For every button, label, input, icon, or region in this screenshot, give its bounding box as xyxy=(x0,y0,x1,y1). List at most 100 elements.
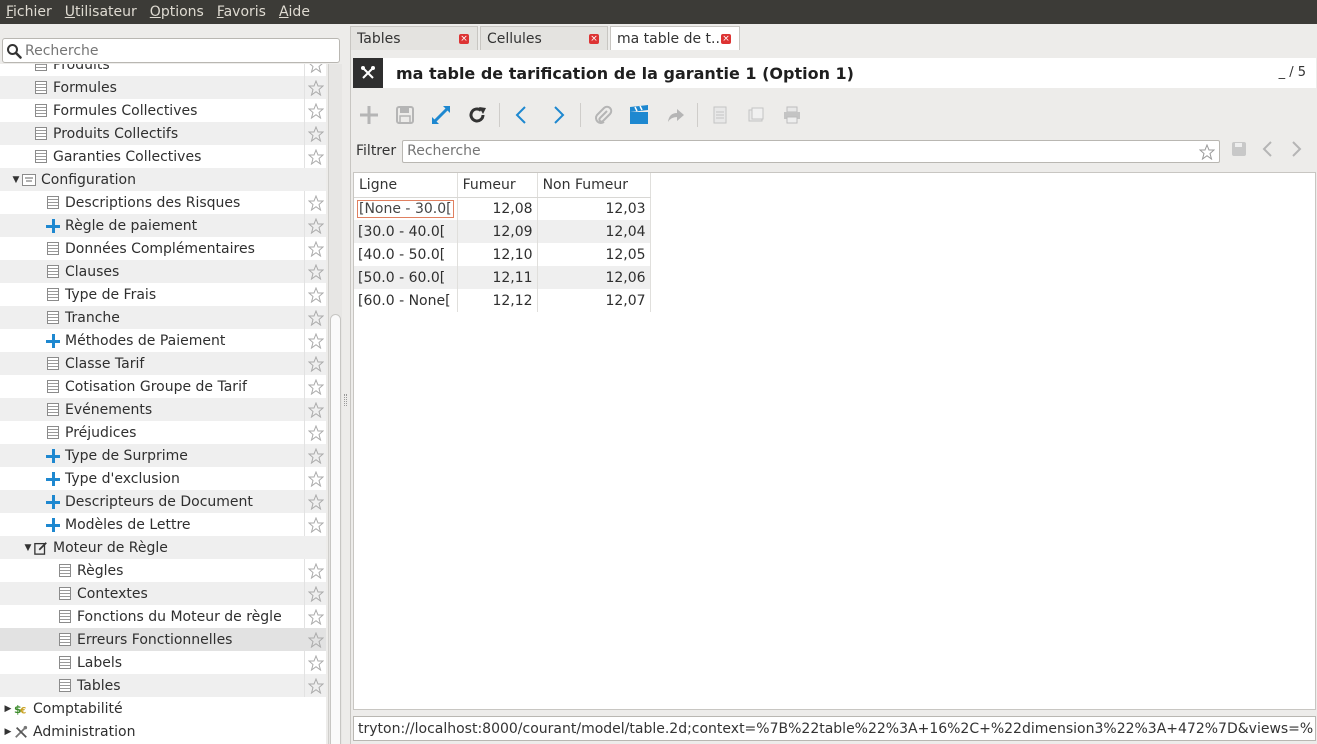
filter-previous-icon[interactable] xyxy=(1260,140,1276,162)
email-icon[interactable] xyxy=(742,101,770,129)
sidebar-item-type-de-surprime[interactable]: Type de Surprime xyxy=(0,444,326,467)
sidebar-item-r-gles[interactable]: Règles xyxy=(0,559,326,582)
sidebar-item-r-gle-de-paiement[interactable]: Règle de paiement xyxy=(0,214,326,237)
favorite-star-icon[interactable] xyxy=(304,651,326,674)
table-cell[interactable]: 12,12 xyxy=(457,289,538,312)
favorite-star-icon[interactable] xyxy=(304,559,326,582)
sidebar-item-formules-collectives[interactable]: Formules Collectives xyxy=(0,99,326,122)
favorite-star-icon[interactable] xyxy=(304,628,326,651)
sidebar-search-input[interactable] xyxy=(25,42,325,59)
favorite-star-icon[interactable] xyxy=(304,421,326,444)
close-tab-icon[interactable]: × xyxy=(459,34,469,44)
expander-open-icon[interactable]: ▼ xyxy=(22,543,34,553)
favorite-star-icon[interactable] xyxy=(304,398,326,421)
favorite-star-icon[interactable] xyxy=(304,214,326,237)
favorite-star-icon[interactable] xyxy=(304,444,326,467)
expander-closed-icon[interactable]: ▶ xyxy=(2,704,14,714)
save-button[interactable] xyxy=(391,101,419,129)
table-cell[interactable]: [40.0 - 50.0[ xyxy=(354,243,458,266)
table-cell[interactable]: 12,11 xyxy=(457,266,538,289)
sidebar-item-clauses[interactable]: Clauses xyxy=(0,260,326,283)
table-cell[interactable]: [60.0 - None[ xyxy=(354,289,458,312)
sidebar-item-contextes[interactable]: Contextes xyxy=(0,582,326,605)
sidebar-item-administration[interactable]: ▶ Administration xyxy=(0,720,326,743)
sidebar-item-classe-tarif[interactable]: Classe Tarif xyxy=(0,352,326,375)
sidebar-item-formules[interactable]: Formules xyxy=(0,76,326,99)
table-cell[interactable]: 12,10 xyxy=(457,243,538,266)
table-row[interactable]: [None - 30.0[12,08 12,03 xyxy=(354,197,651,220)
menu-options[interactable]: Options xyxy=(150,4,204,20)
favorite-star-icon[interactable] xyxy=(304,306,326,329)
tab-0[interactable]: Tables × xyxy=(350,26,478,50)
filter-next-icon[interactable] xyxy=(1288,140,1304,162)
table-cell[interactable]: 12,07 xyxy=(537,289,651,312)
scrollbar-thumb[interactable] xyxy=(330,314,341,744)
wrench-icon[interactable] xyxy=(353,58,383,88)
pane-resize-handle[interactable] xyxy=(344,394,347,406)
sidebar-item-produits-collectifs[interactable]: Produits Collectifs xyxy=(0,122,326,145)
filter-input[interactable] xyxy=(407,143,1188,159)
favorite-star-icon[interactable] xyxy=(304,674,326,697)
column-header-ligne[interactable]: Ligne xyxy=(354,173,458,198)
favorite-star-icon[interactable] xyxy=(304,582,326,605)
favorite-star-icon[interactable] xyxy=(304,513,326,536)
report-icon[interactable] xyxy=(706,101,734,129)
next-record-button[interactable] xyxy=(544,101,572,129)
table-row[interactable]: [30.0 - 40.0[12,09 12,04 xyxy=(354,220,651,243)
sidebar-item-descripteurs-de-document[interactable]: Descripteurs de Document xyxy=(0,490,326,513)
favorite-star-icon[interactable] xyxy=(304,145,326,168)
menu-favoris[interactable]: Favoris xyxy=(217,4,266,20)
url-field[interactable] xyxy=(358,720,1313,737)
table-cell[interactable]: 12,05 xyxy=(537,243,651,266)
favorite-star-icon[interactable] xyxy=(304,99,326,122)
sidebar-item-descriptions-des-risques[interactable]: Descriptions des Risques xyxy=(0,191,326,214)
relate-forward-icon[interactable] xyxy=(661,101,689,129)
favorite-star-icon[interactable] xyxy=(304,605,326,628)
favorite-star-icon[interactable] xyxy=(304,329,326,352)
column-header-fumeur[interactable]: Fumeur xyxy=(457,173,538,198)
table-row[interactable]: [60.0 - None[12,12 12,07 xyxy=(354,289,651,312)
sidebar-item-produits[interactable]: Produits xyxy=(0,64,326,76)
favorite-star-icon[interactable] xyxy=(304,122,326,145)
action-clapper-icon[interactable] xyxy=(625,101,653,129)
sidebar-item-pr-judices[interactable]: Préjudices xyxy=(0,421,326,444)
new-record-button[interactable] xyxy=(355,101,383,129)
sidebar-item-type-d-exclusion[interactable]: Type d'exclusion xyxy=(0,467,326,490)
switch-view-button[interactable] xyxy=(427,101,455,129)
sidebar-item-ev-nements[interactable]: Evénements xyxy=(0,398,326,421)
favorite-star-icon[interactable] xyxy=(304,64,326,76)
menu-utilisateur[interactable]: Utilisateur xyxy=(65,4,137,20)
tab-1[interactable]: Cellules × xyxy=(480,26,608,50)
favorite-star-icon[interactable] xyxy=(304,260,326,283)
table-cell[interactable]: 12,08 xyxy=(457,197,538,220)
table-cell[interactable]: [None - 30.0[ xyxy=(354,197,458,220)
sidebar-item-tranche[interactable]: Tranche xyxy=(0,306,326,329)
table-cell[interactable]: 12,06 xyxy=(537,266,651,289)
print-icon[interactable] xyxy=(778,101,806,129)
sidebar-item-fonctions-du-moteur-de-r-gle[interactable]: Fonctions du Moteur de règle xyxy=(0,605,326,628)
sidebar-item-cotisation-groupe-de-tarif[interactable]: Cotisation Groupe de Tarif xyxy=(0,375,326,398)
sidebar-item-donn-es-compl-mentaires[interactable]: Données Complémentaires xyxy=(0,237,326,260)
sidebar-scrollbar[interactable] xyxy=(328,64,342,744)
favorite-star-icon[interactable] xyxy=(304,283,326,306)
save-filter-icon[interactable] xyxy=(1230,140,1248,162)
table-row[interactable]: [50.0 - 60.0[12,11 12,06 xyxy=(354,266,651,289)
favorite-star-icon[interactable] xyxy=(304,237,326,260)
sidebar-item-labels[interactable]: Labels xyxy=(0,651,326,674)
table-cell[interactable]: 12,03 xyxy=(537,197,651,220)
sidebar-item-garanties-collectives[interactable]: Garanties Collectives xyxy=(0,145,326,168)
menu-aide[interactable]: Aide xyxy=(279,4,310,20)
tab-2[interactable]: ma table de t... × xyxy=(610,26,740,51)
column-header-non-fumeur[interactable]: Non Fumeur xyxy=(537,173,651,198)
sidebar-item-comptabilit-[interactable]: ▶ $ € Comptabilité xyxy=(0,697,326,720)
sidebar-item-mod-les-de-lettre[interactable]: Modèles de Lettre xyxy=(0,513,326,536)
attachment-icon[interactable] xyxy=(589,101,617,129)
favorite-star-icon[interactable] xyxy=(304,490,326,513)
sidebar-item-tables[interactable]: Tables xyxy=(0,674,326,697)
bookmark-star-icon[interactable] xyxy=(1198,143,1216,164)
table-row[interactable]: [40.0 - 50.0[12,10 12,05 xyxy=(354,243,651,266)
favorite-star-icon[interactable] xyxy=(304,191,326,214)
table-cell[interactable]: [50.0 - 60.0[ xyxy=(354,266,458,289)
favorite-star-icon[interactable] xyxy=(304,375,326,398)
favorite-star-icon[interactable] xyxy=(304,467,326,490)
